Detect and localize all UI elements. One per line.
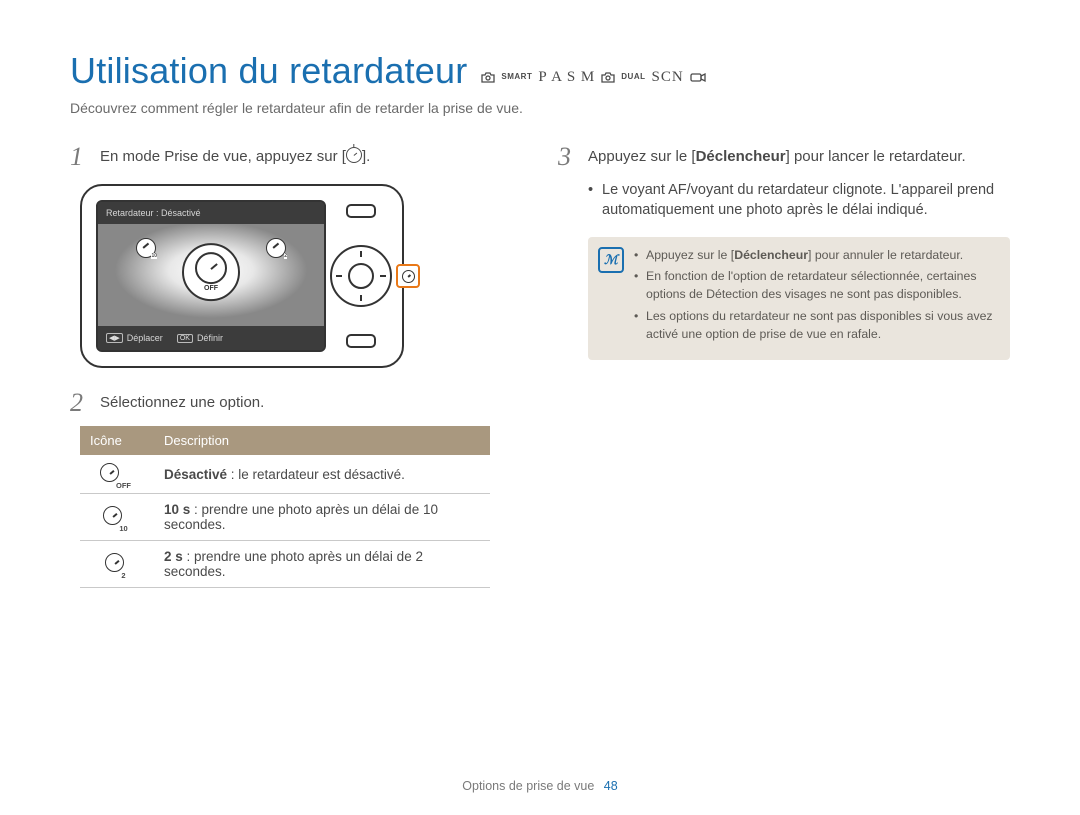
title-line: Utilisation du retardateur SMART P A S M… <box>70 50 1010 92</box>
table-row: 10 10 s : prendre une photo après un dél… <box>80 494 490 541</box>
timer-button-highlight <box>396 264 420 288</box>
options-table: Icône Description OFF Désactivé : le ret… <box>80 426 490 588</box>
step-text: Appuyez sur le [Déclencheur] pour lancer… <box>588 144 966 167</box>
step1-post: ]. <box>362 148 370 165</box>
page-footer: Options de prise de vue 48 <box>0 779 1080 793</box>
footer-section: Options de prise de vue <box>462 779 594 793</box>
option-10s-icon: 10 <box>136 238 156 258</box>
step-1: 1 En mode Prise de vue, appuyez sur []. <box>70 144 522 170</box>
option-2s-icon: 2 <box>266 238 286 258</box>
cell-desc: 10 s : prendre une photo après un délai … <box>154 494 490 541</box>
th-desc: Description <box>154 426 490 455</box>
info-icon: ℳ <box>598 247 624 273</box>
mode-smart: SMART <box>501 72 532 81</box>
list-item: Le voyant AF/voyant du retardateur clign… <box>588 180 1010 221</box>
camera-icon <box>481 72 495 83</box>
cell-icon: 10 <box>80 494 154 541</box>
camera-button-bottom <box>346 334 376 348</box>
hint-set: OKDéfinir <box>177 333 223 343</box>
camera-screen: Retardateur : Désactivé 10 OFF 2 ◀▶Dépla… <box>96 200 326 352</box>
screen-preview: 10 OFF 2 <box>98 224 324 326</box>
footer-page-number: 48 <box>604 779 618 793</box>
right-column: 3 Appuyez sur le [Déclencheur] pour lanc… <box>558 144 1010 588</box>
cell-desc: Désactivé : le retardateur est désactivé… <box>154 455 490 494</box>
th-icon: Icône <box>80 426 154 455</box>
screen-footer: ◀▶Déplacer OKDéfinir <box>98 326 324 350</box>
table-header: Icône Description <box>80 426 490 455</box>
cell-icon: OFF <box>80 455 154 494</box>
step1-pre: En mode Prise de vue, appuyez sur [ <box>100 148 346 165</box>
cell-desc: 2 s : prendre une photo après un délai d… <box>154 541 490 588</box>
step3-bullets: Le voyant AF/voyant du retardateur clign… <box>588 180 1010 221</box>
list-item: Appuyez sur le [Déclencheur] pour annule… <box>634 247 996 265</box>
camera-icon <box>601 72 615 83</box>
cell-icon: 2 <box>80 541 154 588</box>
step-text: Sélectionnez une option. <box>100 390 264 413</box>
note-list: Appuyez sur le [Déclencheur] pour annule… <box>634 247 996 348</box>
camera-button-top <box>346 204 376 218</box>
timer-off-icon <box>100 463 119 482</box>
note-box: ℳ Appuyez sur le [Déclencheur] pour annu… <box>588 237 1010 360</box>
left-column: 1 En mode Prise de vue, appuyez sur []. … <box>70 144 522 588</box>
camera-dpad <box>330 245 392 307</box>
manual-page: Utilisation du retardateur SMART P A S M… <box>0 0 1080 815</box>
hint-move: ◀▶Déplacer <box>106 333 163 343</box>
table-row: 2 2 s : prendre une photo après un délai… <box>80 541 490 588</box>
timer-icon <box>346 147 362 163</box>
step-text: En mode Prise de vue, appuyez sur []. <box>100 144 370 167</box>
option-off-icon: OFF <box>182 243 240 301</box>
page-title: Utilisation du retardateur <box>70 50 467 92</box>
step-number: 2 <box>70 390 90 416</box>
mode-indicators: SMART P A S M DUAL SCN <box>481 69 705 86</box>
timer-icon <box>402 270 415 283</box>
step-2: 2 Sélectionnez une option. <box>70 390 522 416</box>
timer-2s-icon <box>105 553 124 572</box>
mode-scn: SCN <box>651 69 683 86</box>
timer-10s-icon <box>103 506 122 525</box>
step-3: 3 Appuyez sur le [Déclencheur] pour lanc… <box>558 144 1010 170</box>
screen-status: Retardateur : Désactivé <box>98 202 324 224</box>
mode-dual: DUAL <box>621 72 645 81</box>
list-item: Les options du retardateur ne sont pas d… <box>634 308 996 344</box>
step-number: 3 <box>558 144 578 170</box>
step-number: 1 <box>70 144 90 170</box>
mode-pasm: P A S M <box>538 69 595 86</box>
camera-illustration: Retardateur : Désactivé 10 OFF 2 ◀▶Dépla… <box>80 184 404 368</box>
list-item: En fonction de l'option de retardateur s… <box>634 268 996 304</box>
page-subtitle: Découvrez comment régler le retardateur … <box>70 100 1010 116</box>
table-row: OFF Désactivé : le retardateur est désac… <box>80 455 490 494</box>
movie-icon <box>690 72 706 83</box>
